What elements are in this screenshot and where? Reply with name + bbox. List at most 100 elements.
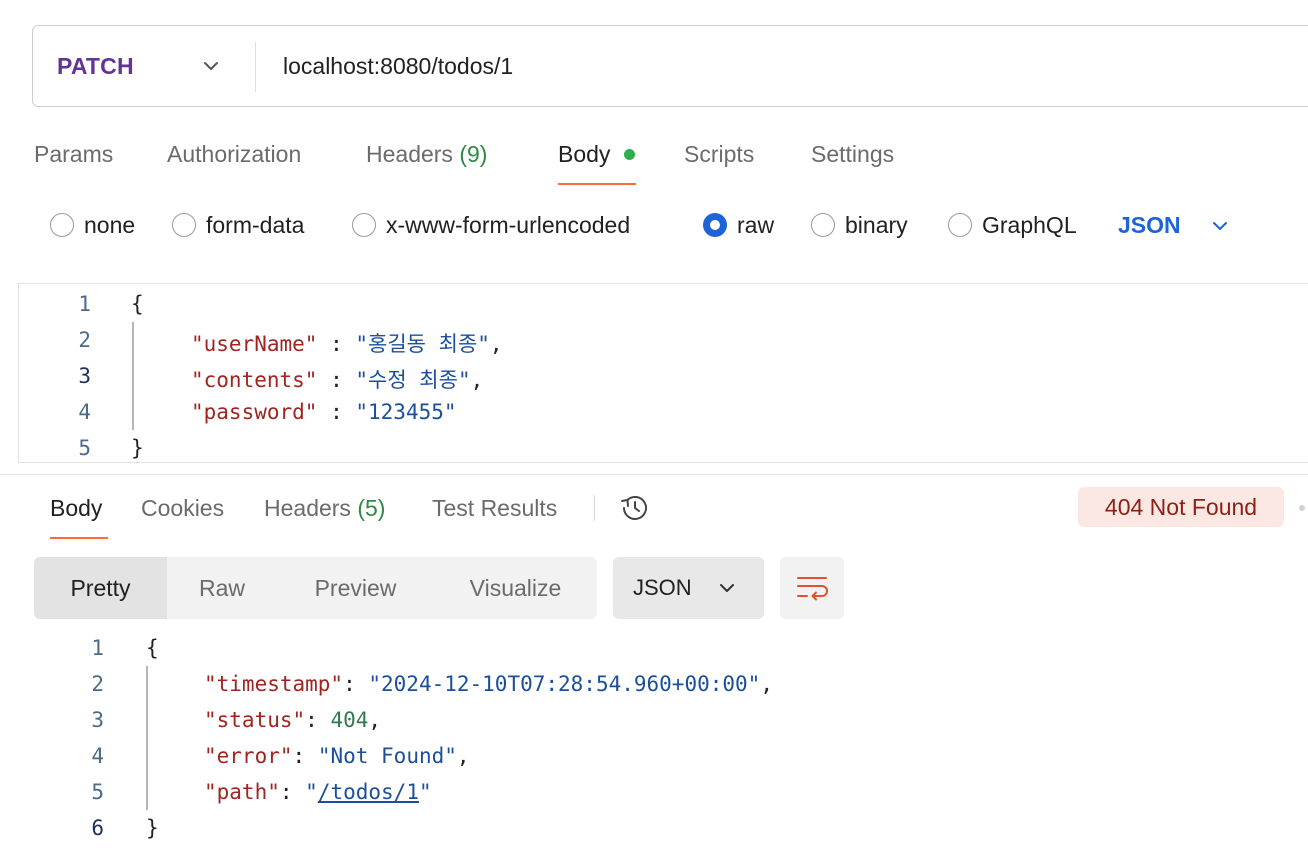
json-quote: " bbox=[305, 780, 318, 804]
json-line: "password" : "123455" bbox=[191, 400, 457, 424]
tab-settings[interactable]: Settings bbox=[811, 141, 894, 168]
chevron-down-icon[interactable] bbox=[201, 56, 221, 76]
json-key: "password" bbox=[191, 400, 318, 424]
tab-headers-label: Headers bbox=[366, 141, 453, 167]
line-number: 5 bbox=[78, 436, 91, 460]
response-tab-test-results[interactable]: Test Results bbox=[432, 495, 557, 522]
json-close-brace: } bbox=[131, 436, 144, 460]
radio-urlencoded[interactable] bbox=[352, 213, 376, 237]
radio-form-data-label[interactable]: form-data bbox=[206, 212, 304, 239]
json-trail: , bbox=[489, 332, 503, 356]
body-format-select[interactable]: JSON bbox=[1118, 212, 1181, 239]
body-modified-dot bbox=[624, 149, 635, 160]
chevron-down-icon bbox=[720, 584, 734, 592]
json-key: "status" bbox=[204, 708, 306, 732]
method-select[interactable]: PATCH bbox=[57, 53, 134, 80]
json-key: "timestamp" bbox=[204, 672, 344, 696]
history-icon[interactable] bbox=[618, 492, 652, 524]
json-sep: : bbox=[279, 780, 306, 804]
response-body-viewer: 1 2 3 4 5 6 { "timestamp": "2024-12-10T0… bbox=[0, 628, 1308, 848]
line-number: 2 bbox=[78, 328, 91, 352]
json-quote: " bbox=[418, 780, 432, 804]
line-number: 5 bbox=[91, 780, 104, 804]
response-format-label: JSON bbox=[633, 575, 692, 600]
json-line: "timestamp": "2024-12-10T07:28:54.960+00… bbox=[204, 672, 773, 696]
response-format-select[interactable]: JSON bbox=[613, 557, 764, 619]
line-number: 4 bbox=[78, 400, 91, 424]
radio-binary[interactable] bbox=[811, 213, 835, 237]
json-sep: : bbox=[292, 744, 318, 768]
json-sep: : bbox=[343, 672, 369, 696]
json-trail: , bbox=[368, 708, 382, 732]
line-number: 6 bbox=[91, 816, 104, 840]
url-input[interactable]: localhost:8080/todos/1 bbox=[283, 53, 513, 80]
request-bar: PATCH localhost:8080/todos/1 bbox=[32, 25, 1308, 107]
json-path-link[interactable]: /todos/1 bbox=[318, 780, 419, 804]
response-active-tab-indicator bbox=[50, 537, 108, 539]
json-open-brace: { bbox=[146, 636, 159, 660]
indent-guide bbox=[146, 666, 148, 810]
radio-raw[interactable] bbox=[703, 213, 727, 237]
view-mode-preview[interactable]: Preview bbox=[277, 557, 434, 619]
json-trail: , bbox=[456, 744, 470, 768]
json-line: "status": 404, bbox=[204, 708, 381, 732]
line-number: 1 bbox=[78, 292, 91, 316]
line-number: 3 bbox=[91, 708, 104, 732]
active-tab-indicator bbox=[558, 183, 636, 185]
json-sep: : bbox=[317, 368, 356, 392]
tab-body[interactable]: Body bbox=[558, 141, 610, 168]
wrap-lines-button[interactable] bbox=[780, 557, 844, 619]
response-tab-body[interactable]: Body bbox=[50, 495, 102, 522]
tab-headers-count: (9) bbox=[459, 141, 488, 167]
json-value: 404 bbox=[330, 708, 369, 732]
radio-none[interactable] bbox=[50, 213, 74, 237]
indent-guide bbox=[132, 322, 134, 430]
radio-graphql[interactable] bbox=[948, 213, 972, 237]
radio-form-data[interactable] bbox=[172, 213, 196, 237]
radio-none-label[interactable]: none bbox=[84, 212, 135, 239]
tab-scripts[interactable]: Scripts bbox=[684, 141, 754, 168]
view-mode-group: Pretty Raw Preview Visualize bbox=[34, 557, 597, 619]
tab-separator bbox=[594, 495, 595, 521]
radio-urlencoded-label[interactable]: x-www-form-urlencoded bbox=[386, 212, 630, 239]
status-badge[interactable]: 404 Not Found bbox=[1078, 487, 1284, 527]
response-tab-headers-count: (5) bbox=[357, 495, 386, 521]
json-line: "userName" : "홍길동 최종", bbox=[191, 328, 503, 358]
request-bar-divider bbox=[255, 42, 256, 92]
tab-authorization[interactable]: Authorization bbox=[167, 141, 301, 168]
json-value: "수정 최종" bbox=[355, 368, 471, 392]
tab-headers[interactable]: Headers (9) bbox=[366, 141, 487, 168]
json-value: "홍길동 최종" bbox=[355, 332, 490, 356]
json-value: "Not Found" bbox=[317, 744, 457, 768]
radio-graphql-label[interactable]: GraphQL bbox=[982, 212, 1077, 239]
response-tab-cookies[interactable]: Cookies bbox=[141, 495, 224, 522]
line-number: 2 bbox=[91, 672, 104, 696]
radio-raw-label[interactable]: raw bbox=[737, 212, 774, 239]
tab-params[interactable]: Params bbox=[34, 141, 113, 168]
line-number: 4 bbox=[91, 744, 104, 768]
json-sep: : bbox=[305, 708, 331, 732]
more-dot bbox=[1299, 505, 1305, 511]
json-trail: , bbox=[760, 672, 773, 696]
json-key: "contents" bbox=[191, 368, 318, 392]
request-body-editor[interactable]: 1 2 3 4 5 { "userName" : "홍길동 최종", "cont… bbox=[18, 283, 1308, 463]
chevron-down-icon[interactable] bbox=[1210, 216, 1230, 236]
line-number: 1 bbox=[91, 636, 104, 660]
view-mode-raw[interactable]: Raw bbox=[167, 557, 277, 619]
json-value: "123455" bbox=[355, 400, 457, 424]
json-open-brace: { bbox=[131, 292, 144, 316]
line-number: 3 bbox=[78, 364, 91, 388]
wrap-lines-icon bbox=[797, 577, 828, 601]
json-close-brace: } bbox=[146, 816, 159, 840]
json-line: "error": "Not Found", bbox=[204, 744, 470, 768]
view-mode-visualize[interactable]: Visualize bbox=[434, 557, 597, 619]
response-tab-headers[interactable]: Headers (5) bbox=[264, 495, 385, 522]
json-line: "path": "/todos/1" bbox=[204, 780, 432, 804]
response-tab-headers-label: Headers bbox=[264, 495, 351, 521]
radio-binary-label[interactable]: binary bbox=[845, 212, 908, 239]
json-key: "path" bbox=[204, 780, 280, 804]
pane-divider[interactable] bbox=[0, 474, 1308, 475]
json-value: "2024-12-10T07:28:54.960+00:00" bbox=[368, 672, 761, 696]
view-mode-pretty[interactable]: Pretty bbox=[34, 557, 167, 619]
json-key: "userName" bbox=[191, 332, 318, 356]
